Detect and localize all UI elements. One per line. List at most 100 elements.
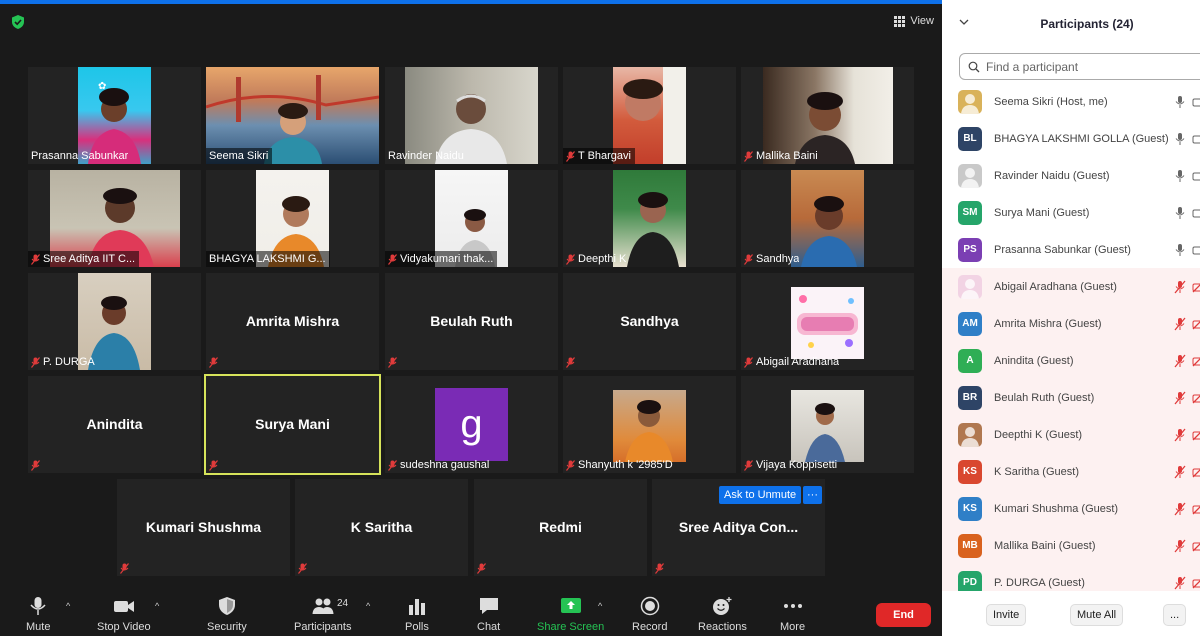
mic-off-icon[interactable]: [1174, 428, 1186, 442]
participants-list: Seema Sikri (Host, me) BL BHAGYA LAKSHMI G…: [942, 83, 1200, 591]
ask-to-unmute-button[interactable]: Ask to Unmute: [719, 486, 802, 504]
more-button[interactable]: More: [780, 590, 805, 636]
participant-row[interactable]: Seema Sikri (Host, me): [942, 83, 1200, 120]
mic-off-icon[interactable]: [1174, 502, 1186, 516]
video-tile[interactable]: Kumari Shushma: [117, 479, 290, 576]
video-tile[interactable]: Mallika Baini: [741, 67, 914, 164]
polls-button[interactable]: Polls: [405, 590, 429, 636]
smiley-face-icon: [713, 597, 732, 615]
participant-row[interactable]: Deepthi K (Guest): [942, 416, 1200, 453]
mute-all-button[interactable]: Mute All: [1070, 604, 1124, 626]
participant-row[interactable]: BL BHAGYA LAKSHMI GOLLA (Guest): [942, 120, 1200, 157]
microphone-icon[interactable]: [1174, 243, 1186, 257]
microphone-icon[interactable]: [1174, 206, 1186, 220]
video-camera-icon[interactable]: [1192, 244, 1200, 256]
video-tile[interactable]: g sudeshna gaushal: [385, 376, 558, 473]
tile-name-label: Shanyuth k '2985'D: [563, 457, 677, 473]
video-off-icon[interactable]: [1192, 540, 1200, 552]
video-off-icon[interactable]: [1192, 392, 1200, 404]
more-dots-icon: [783, 604, 802, 608]
video-tile[interactable]: Amrita Mishra: [206, 273, 379, 370]
microphone-icon[interactable]: [1174, 132, 1186, 146]
participant-row[interactable]: PS Prasanna Sabunkar (Guest): [942, 231, 1200, 268]
tile-center-name: Sandhya: [620, 313, 679, 329]
mic-off-icon[interactable]: [1174, 280, 1186, 294]
video-tile[interactable]: Vijaya Koppisetti: [741, 376, 914, 473]
security-shield-icon[interactable]: [10, 14, 26, 30]
video-tile-active-speaker[interactable]: Surya Mani: [204, 374, 381, 475]
video-off-icon[interactable]: [1192, 429, 1200, 441]
participant-search-box[interactable]: [959, 53, 1200, 80]
mic-off-icon[interactable]: [1174, 391, 1186, 405]
end-meeting-button[interactable]: End: [876, 603, 931, 627]
participant-search-input[interactable]: [986, 59, 1166, 74]
participants-button[interactable]: Participants: [294, 590, 351, 636]
video-off-icon[interactable]: [1192, 466, 1200, 478]
mic-off-icon: [31, 253, 40, 265]
record-button[interactable]: Record: [632, 590, 667, 636]
video-off-icon[interactable]: [1192, 577, 1200, 589]
share-options-caret[interactable]: ^: [598, 601, 602, 611]
tile-more-button[interactable]: ···: [803, 486, 822, 504]
video-tile[interactable]: Redmi: [474, 479, 647, 576]
video-tile[interactable]: Seema Sikri: [206, 67, 379, 164]
video-tile[interactable]: Sandhya: [563, 273, 736, 370]
video-camera-icon[interactable]: [1192, 170, 1200, 182]
participants-options-caret[interactable]: ^: [366, 601, 370, 611]
video-tile[interactable]: Sree Aditya IIT C...: [28, 170, 201, 267]
video-tile[interactable]: Deepthi K: [563, 170, 736, 267]
chat-button[interactable]: Chat: [477, 590, 500, 636]
security-button[interactable]: Security: [207, 590, 247, 636]
video-tile[interactable]: T Bhargavi: [563, 67, 736, 164]
panel-more-button[interactable]: ...: [1163, 604, 1187, 626]
participant-row[interactable]: Ravinder Naidu (Guest): [942, 157, 1200, 194]
stop-video-button[interactable]: Stop Video: [97, 590, 151, 636]
participant-row[interactable]: KS Kumari Shushma (Guest): [942, 490, 1200, 527]
video-tile[interactable]: Anindita: [28, 376, 201, 473]
mic-off-icon[interactable]: [1174, 539, 1186, 553]
participant-row[interactable]: KS K Saritha (Guest): [942, 453, 1200, 490]
reactions-button[interactable]: Reactions: [698, 590, 747, 636]
participant-row[interactable]: PD P. DURGA (Guest): [942, 564, 1200, 591]
video-off-icon[interactable]: [1192, 318, 1200, 330]
video-tile[interactable]: K Saritha: [295, 479, 468, 576]
video-tile[interactable]: Ravinder Naidu: [385, 67, 558, 164]
mic-off-icon[interactable]: [1174, 317, 1186, 331]
mic-off-icon[interactable]: [1174, 576, 1186, 590]
participant-row[interactable]: SM Surya Mani (Guest): [942, 194, 1200, 231]
participant-row[interactable]: A Anindita (Guest): [942, 342, 1200, 379]
mic-off-icon[interactable]: [1174, 354, 1186, 368]
participants-panel-footer: Invite Mute All ...: [942, 591, 1200, 636]
video-camera-icon[interactable]: [1192, 133, 1200, 145]
mute-options-caret[interactable]: ^: [66, 601, 70, 611]
video-tile[interactable]: Abigail Aradhana: [741, 273, 914, 370]
participant-row[interactable]: Abigail Aradhana (Guest): [942, 268, 1200, 305]
microphone-icon[interactable]: [1174, 169, 1186, 183]
video-tile[interactable]: P. DURGA: [28, 273, 201, 370]
video-tile[interactable]: BHAGYA LAKSHMI G...: [206, 170, 379, 267]
microphone-icon[interactable]: [1174, 95, 1186, 109]
video-camera-icon[interactable]: [1192, 207, 1200, 219]
tile-center-name: K Saritha: [350, 519, 413, 535]
mute-button[interactable]: Mute: [26, 590, 50, 636]
video-off-icon[interactable]: [1192, 281, 1200, 293]
share-screen-button[interactable]: Share Screen: [537, 590, 604, 636]
video-tile[interactable]: Beulah Ruth: [385, 273, 558, 370]
participant-name: K Saritha (Guest): [994, 465, 1079, 478]
tile-name-label: [117, 560, 133, 576]
video-camera-icon[interactable]: [1192, 96, 1200, 108]
video-tile[interactable]: ✿ Prasanna Sabunkar: [28, 67, 201, 164]
mic-off-icon: [209, 356, 218, 368]
participant-row[interactable]: MB Mallika Baini (Guest): [942, 527, 1200, 564]
video-tile[interactable]: Sandhya: [741, 170, 914, 267]
view-button[interactable]: View: [894, 12, 934, 30]
participant-row[interactable]: AM Amrita Mishra (Guest): [942, 305, 1200, 342]
mic-off-icon[interactable]: [1174, 465, 1186, 479]
video-tile[interactable]: Vidyakumari thak...: [385, 170, 558, 267]
video-off-icon[interactable]: [1192, 503, 1200, 515]
video-tile[interactable]: Shanyuth k '2985'D: [563, 376, 736, 473]
participant-row[interactable]: BR Beulah Ruth (Guest): [942, 379, 1200, 416]
video-off-icon[interactable]: [1192, 355, 1200, 367]
video-options-caret[interactable]: ^: [155, 601, 159, 611]
invite-button[interactable]: Invite: [986, 604, 1027, 626]
